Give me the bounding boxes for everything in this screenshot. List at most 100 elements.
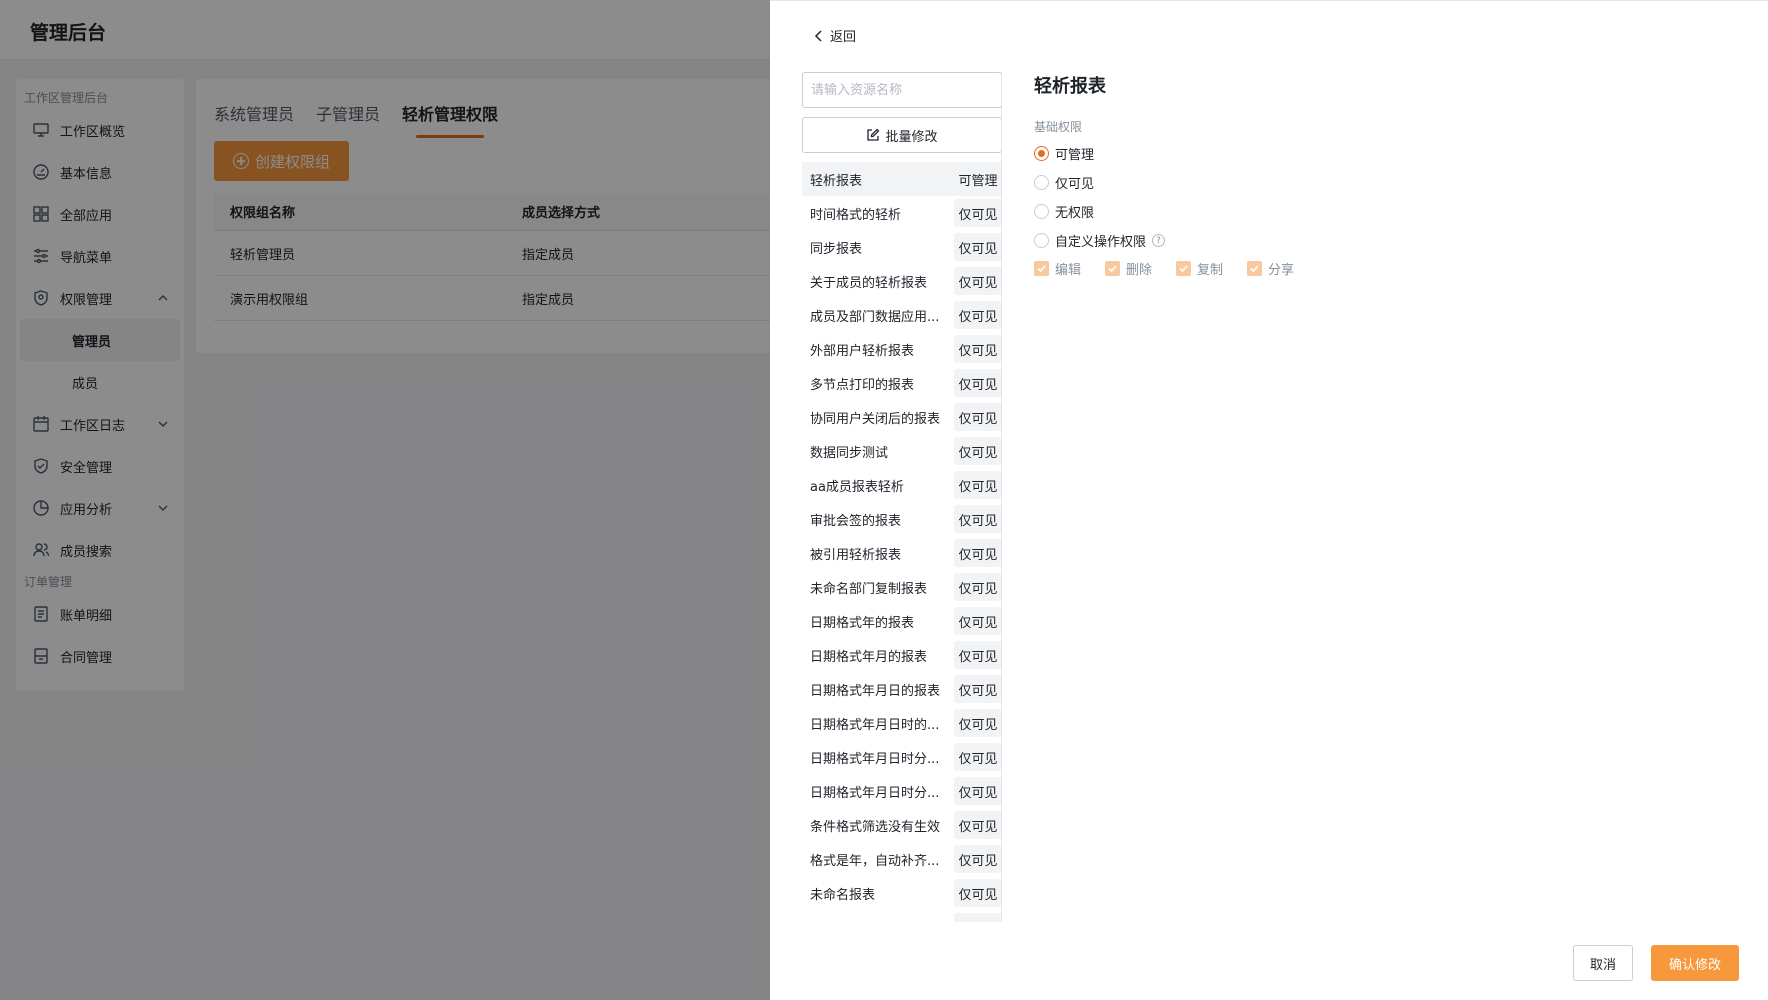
resource-item[interactable]: aa成员报表轻析 仅可见	[802, 468, 1001, 502]
resource-permission-badge: 仅可见	[954, 199, 1001, 227]
radio-label: 可管理	[1055, 148, 1095, 163]
resource-name: 日期格式年月日的报表	[810, 683, 941, 699]
resource-item[interactable]: 被引用轻析报表 仅可见	[802, 536, 1001, 570]
resource-item[interactable]: 未命名部门复制报表 仅可见	[802, 570, 1001, 604]
operation-checkboxes: 编辑 删除 复制 分享	[1034, 259, 1318, 278]
resource-list: 轻析报表 可管理 时间格式的轻析 仅可见 同步报表 仅可见 关于成员的轻析报表 仅可见 成员及部…	[802, 162, 1001, 922]
resource-item[interactable]: 审批会签的报表 仅可见	[802, 502, 1001, 536]
checkbox-label: 分享	[1268, 263, 1295, 278]
help-icon[interactable]: ?	[1152, 234, 1166, 247]
resource-name: 审批会签的报表	[810, 513, 902, 529]
confirm-button[interactable]: 确认修改	[1651, 945, 1739, 981]
batch-edit-label: 批量修改	[885, 129, 938, 145]
resource-permission-badge: 仅可见	[954, 675, 1001, 703]
resource-permission-badge: 仅可见	[954, 403, 1001, 431]
resource-item[interactable]: 数据同步测试 仅可见	[802, 434, 1001, 468]
resource-permission-badge: 仅可见	[954, 301, 1001, 329]
radio-checked-icon	[1034, 146, 1049, 161]
resource-name: 日期格式年月的报表	[810, 649, 928, 665]
resource-name: 外部用户轻析报表	[810, 343, 915, 359]
detail-title: 轻析报表	[1034, 76, 1106, 97]
resource-item[interactable]: 未命名报表 仅可见	[802, 876, 1001, 910]
resource-item[interactable]: 关于成员的轻析报表 仅可见	[802, 264, 1001, 298]
batch-edit-button[interactable]: 批量修改	[802, 117, 1001, 153]
resource-item[interactable]: 日期格式年月日时分... 仅可见	[802, 740, 1001, 774]
resource-name: 时间格式的轻析	[810, 207, 902, 223]
resource-panel: 批量修改 轻析报表可管理时间格式的轻析仅可见同步报表仅可见关于成员的轻析报表仅可…	[802, 72, 1002, 922]
checkbox-delete[interactable]: 删除	[1105, 259, 1152, 278]
radio-label: 无权限	[1055, 206, 1095, 221]
section-label: 基础权限	[1034, 120, 1083, 134]
resource-detail: 轻析报表 基础权限 可管理 仅可见 无权限 自定义操作权限 ? 编辑 删除 复制…	[1034, 72, 1318, 278]
checkbox-share[interactable]: 分享	[1247, 259, 1294, 278]
resource-permission-badge: 仅可见	[954, 471, 1001, 499]
resource-item[interactable]: 日期格式年的报表 仅可见	[802, 604, 1001, 638]
resource-permission-badge: 仅可见	[954, 641, 1001, 669]
resource-item[interactable]: 日期格式年月日时的... 仅可见	[802, 706, 1001, 740]
resource-permission-badge: 仅可见	[954, 607, 1001, 635]
resource-name: 轻析报表	[810, 173, 863, 189]
resource-permission-badge: 仅可见	[954, 845, 1001, 873]
resource-item[interactable]: 外部用户轻析报表 仅可见	[802, 332, 1001, 366]
checkbox-label: 删除	[1126, 263, 1153, 278]
modal-overlay[interactable]	[0, 0, 770, 1000]
resource-item[interactable]: 同步报表 仅可见	[802, 230, 1001, 264]
resource-permission-badge: 仅可见	[954, 335, 1001, 363]
resource-name: 未命名部门复制报表	[810, 581, 928, 597]
resource-permission-badge: 仅可见	[954, 879, 1001, 907]
resource-name: 日期格式年月日时分...	[810, 751, 940, 767]
back-button[interactable]: 返回	[812, 26, 856, 45]
resource-permission-badge: 仅可见	[954, 267, 1001, 295]
radio-label: 仅可见	[1055, 177, 1095, 192]
resource-name: 数据同步测试	[810, 445, 889, 461]
resource-permission-badge: 仅可见	[954, 539, 1001, 567]
resource-item[interactable]: 日期格式年月的报表 仅可见	[802, 638, 1001, 672]
resource-search-input[interactable]	[802, 72, 1001, 108]
resource-item[interactable]: 协同用户关闭后的报表 仅可见	[802, 400, 1001, 434]
resource-name: 关于成员的轻析报表	[810, 275, 928, 291]
radio-unchecked-icon	[1034, 204, 1049, 219]
checkbox-checked-icon	[1247, 261, 1263, 276]
cancel-button[interactable]: 取消	[1573, 945, 1633, 981]
resource-item[interactable]: 时间格式的轻析 仅可见	[802, 196, 1001, 230]
resource-name: 同步报表	[810, 241, 863, 257]
resource-permission-badge: 仅可见	[954, 777, 1001, 805]
radio-custom[interactable]: 自定义操作权限 ?	[1034, 226, 1318, 255]
checkbox-edit[interactable]: 编辑	[1034, 259, 1081, 278]
resource-permission-badge: 仅可见	[954, 913, 1001, 922]
checkbox-checked-icon	[1105, 261, 1121, 276]
radio-no-permission[interactable]: 无权限	[1034, 197, 1318, 226]
checkbox-copy[interactable]: 复制	[1176, 259, 1223, 278]
resource-item[interactable]: 日期格式年月日时分... 仅可见	[802, 774, 1001, 808]
resource-permission-badge: 仅可见	[954, 573, 1001, 601]
resource-item[interactable]: 轻析报表 可管理	[802, 162, 1001, 196]
resource-name: 多节点打印的报表	[810, 377, 915, 393]
resource-item[interactable]: 日期格式年月日的报表 仅可见	[802, 672, 1001, 706]
radio-label: 自定义操作权限	[1055, 235, 1147, 250]
resource-name: 日期格式年月日时分...	[810, 785, 940, 801]
resource-name: 被引用轻析报表	[810, 547, 902, 563]
checkbox-checked-icon	[1176, 261, 1192, 276]
radio-manage[interactable]: 可管理	[1034, 139, 1318, 168]
resource-item[interactable]: 格式是年，自动补齐... 仅可见	[802, 842, 1001, 876]
resource-item[interactable]: 成员及部门数据应用... 仅可见	[802, 298, 1001, 332]
resource-name: 条件格式筛选没有生效	[810, 819, 941, 835]
resource-name: 成员及部门数据应用...	[810, 309, 940, 325]
resource-item[interactable]: 多节点打印的报表 仅可见	[802, 366, 1001, 400]
chevron-left-icon	[814, 29, 822, 42]
resource-permission-badge: 仅可见	[954, 811, 1001, 839]
resource-item[interactable]: 条件格式筛选没有生效 仅可见	[802, 808, 1001, 842]
edit-icon	[867, 128, 880, 141]
resource-permission-badge: 仅可见	[954, 505, 1001, 533]
permission-drawer: 返回 批量修改 轻析报表可管理时间格式的轻析仅可见同步报表仅可见关于成员的轻析报…	[770, 0, 1768, 1000]
radio-view-only[interactable]: 仅可见	[1034, 168, 1318, 197]
checkbox-label: 编辑	[1055, 263, 1082, 278]
resource-permission-badge: 仅可见	[954, 233, 1001, 261]
resource-permission-badge: 可管理	[958, 173, 998, 189]
resource-name: 格式是年，自动补齐...	[810, 853, 940, 869]
resource-permission-badge: 仅可见	[954, 369, 1001, 397]
resource-permission-badge: 仅可见	[954, 437, 1001, 465]
radio-unchecked-icon	[1034, 175, 1049, 190]
resource-item[interactable]: 仅可见	[802, 910, 1001, 922]
radio-unchecked-icon	[1034, 233, 1049, 248]
